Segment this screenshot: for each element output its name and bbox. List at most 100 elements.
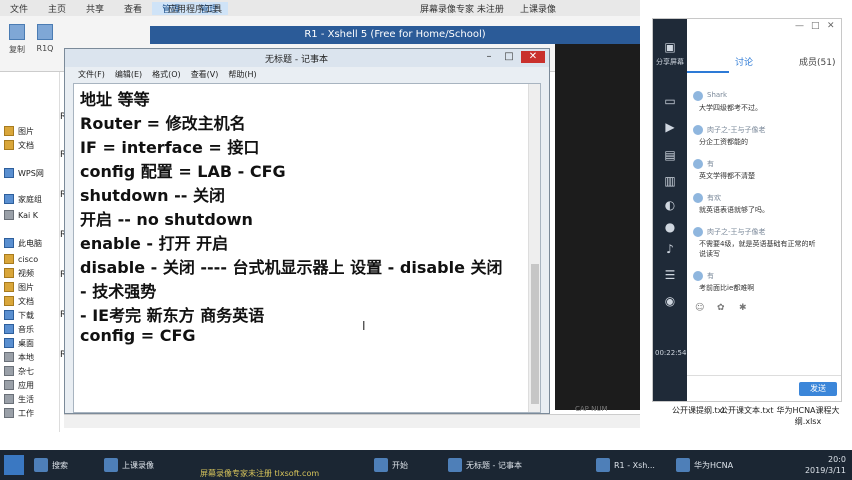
taskbar-clock[interactable]: 20:0 2019/3/11 xyxy=(786,454,846,476)
chat-sender: 肉子之-王与子像老 xyxy=(707,126,766,134)
desktop-file[interactable]: 公开课提纲.txt xyxy=(672,405,726,416)
send-button[interactable]: 发送 xyxy=(799,382,837,396)
notepad-editor[interactable]: 地址 等等 Router = 修改主机名 IF = interface = 接口… xyxy=(73,83,541,413)
nav-item[interactable]: 视频 xyxy=(4,266,34,280)
ribbon-tab-share[interactable]: 共享 xyxy=(76,2,114,15)
nav-item[interactable]: cisco xyxy=(4,252,38,266)
start-button[interactable] xyxy=(4,455,24,475)
chat-panel: ▣ 分享屏幕 ▭ ▶ ▤ ▥ ◐ ● ♪ ☰ ◉ 00:22:54 — □ ✕ … xyxy=(652,18,842,402)
paste-button[interactable]: R1Q xyxy=(32,22,58,68)
taskbar: 搜索 上课录像 开始 无标题 - 记事本 R1 - Xsh... 华为HCNA … xyxy=(0,450,852,480)
taskbar-search[interactable]: 搜索 xyxy=(34,455,68,475)
nav-item[interactable]: Kai K xyxy=(4,208,38,222)
minimize-icon[interactable]: — xyxy=(795,21,804,31)
nav-item[interactable]: 本地 xyxy=(4,350,34,364)
nav-item[interactable]: 文档 xyxy=(4,294,34,308)
copy-button[interactable]: 复制 xyxy=(4,22,30,68)
nav-item[interactable]: 家庭组 xyxy=(4,192,42,206)
video-icon[interactable]: ▶ xyxy=(662,119,678,135)
close-button[interactable]: ✕ xyxy=(521,51,545,63)
microphone-icon[interactable]: ● xyxy=(662,219,678,235)
nav-item[interactable]: 生活 xyxy=(4,392,34,406)
nav-item[interactable]: 图片 xyxy=(4,280,34,294)
menu-format[interactable]: 格式(O) xyxy=(147,69,186,83)
menu-file[interactable]: 文件(F) xyxy=(73,69,110,83)
editor-line: shutdown -- 关闭 xyxy=(80,186,225,205)
chat-input-bar[interactable]: 发送 xyxy=(687,375,841,401)
clock-date: 2019/3/11 xyxy=(804,466,846,475)
avatar xyxy=(693,271,703,281)
homegroup-icon xyxy=(4,194,14,204)
board-icon[interactable]: ▥ xyxy=(662,173,678,189)
menu-help[interactable]: 帮助(H) xyxy=(223,69,261,83)
taskbar-item[interactable]: 开始 xyxy=(374,455,408,475)
taskbar-item[interactable]: 无标题 - 记事本 xyxy=(448,455,522,475)
nav-item[interactable]: 音乐 xyxy=(4,322,34,336)
chat-text: 就英语表语就够了吗。 xyxy=(699,206,769,214)
chat-sender: 有欢 xyxy=(707,194,721,202)
xshell-title-bar[interactable]: R1 - Xshell 5 (Free for Home/School) xyxy=(150,26,640,44)
nav-item[interactable]: 工作 xyxy=(4,406,34,420)
folder-icon xyxy=(4,140,14,150)
nav-item[interactable]: 此电脑 xyxy=(4,236,42,250)
speaker-icon[interactable]: ◐ xyxy=(662,197,678,213)
maximize-icon[interactable]: □ xyxy=(811,21,820,31)
chat-sidebar: ▣ 分享屏幕 ▭ ▶ ▤ ▥ ◐ ● ♪ ☰ ◉ 00:22:54 xyxy=(653,19,687,401)
chat-message-list[interactable]: Shark 大学四级都考不过。 肉子之-王与子像老 分企工资都能的 有 英文学得… xyxy=(687,81,841,371)
chat-sender: 肉子之-王与子像老 xyxy=(707,228,766,236)
taskbar-item[interactable]: 华为HCNA xyxy=(676,455,733,475)
nav-item[interactable]: 桌面 xyxy=(4,336,34,350)
ribbon-tab-home[interactable]: 主页 xyxy=(38,2,76,15)
scrollbar-thumb[interactable] xyxy=(531,264,539,404)
chat-sender: 有 xyxy=(707,272,714,280)
computer-icon[interactable]: ▭ xyxy=(662,93,678,109)
ribbon-tab-view[interactable]: 查看 xyxy=(114,2,152,15)
desktop-file[interactable]: 华为HCNA课程大纲.xlsx xyxy=(772,405,844,427)
ribbon-recorder-watermark: 屏幕录像专家 未注册 xyxy=(420,5,504,15)
xshell-terminal[interactable] xyxy=(555,44,640,410)
nav-item[interactable]: WPS网 xyxy=(4,166,44,180)
chat-text: 考前面比ie都难啊 xyxy=(699,284,755,292)
minimize-button[interactable]: – xyxy=(481,51,497,63)
chat-sender: 有 xyxy=(707,160,714,168)
notepad-title-bar[interactable]: 无标题 - 记事本 – □ ✕ xyxy=(65,49,549,67)
folder-icon xyxy=(104,458,118,472)
vertical-scrollbar[interactable] xyxy=(528,84,540,412)
nav-item[interactable]: 应用 xyxy=(4,378,34,392)
editor-line: - IE考完 新东方 商务英语 xyxy=(80,306,265,325)
maximize-button[interactable]: □ xyxy=(501,51,517,63)
music-icon[interactable]: ♪ xyxy=(662,241,678,257)
list-icon[interactable]: ☰ xyxy=(662,267,678,283)
recorder-watermark: 屏幕录像专家未注册 tlxsoft.com xyxy=(200,469,320,478)
document-icon[interactable]: ▤ xyxy=(662,147,678,163)
menu-edit[interactable]: 编辑(E) xyxy=(110,69,147,83)
flower-icon[interactable]: ✿ xyxy=(717,303,725,313)
settings-icon[interactable]: ✱ xyxy=(739,303,747,313)
taskbar-item[interactable]: 上课录像 xyxy=(104,455,154,475)
share-screen-icon[interactable]: ▣ xyxy=(662,39,678,55)
nav-item[interactable]: 下载 xyxy=(4,308,34,322)
taskbar-item[interactable]: R1 - Xsh... xyxy=(596,455,655,475)
download-icon xyxy=(4,310,14,320)
drive-icon xyxy=(4,380,14,390)
search-icon xyxy=(34,458,48,472)
chat-text: 大学四级都考不过。 xyxy=(699,104,762,112)
stop-icon[interactable]: ◉ xyxy=(662,293,678,309)
share-screen-label: 分享屏幕 xyxy=(656,58,684,66)
folder-icon xyxy=(4,126,14,136)
notepad-icon xyxy=(448,458,462,472)
nav-item[interactable]: 图片 xyxy=(4,124,34,138)
desktop-file[interactable]: 公开课文本.txt xyxy=(720,405,774,416)
chat-text: 英文学得都不清楚 xyxy=(699,172,755,180)
menu-view[interactable]: 查看(V) xyxy=(186,69,224,83)
ribbon-tab-file[interactable]: 文件 xyxy=(0,2,38,15)
emoji-icon[interactable]: ☺ xyxy=(695,303,704,313)
folder-icon xyxy=(4,254,14,264)
editor-line: 地址 等等 xyxy=(80,90,150,109)
tab-members[interactable]: 成员(51) xyxy=(799,55,835,68)
tab-discuss[interactable]: 讨论 xyxy=(735,55,753,68)
nav-item[interactable]: 文档 xyxy=(4,138,34,152)
close-icon[interactable]: ✕ xyxy=(827,21,835,31)
drive-icon xyxy=(4,394,14,404)
nav-item[interactable]: 杂七 xyxy=(4,364,34,378)
